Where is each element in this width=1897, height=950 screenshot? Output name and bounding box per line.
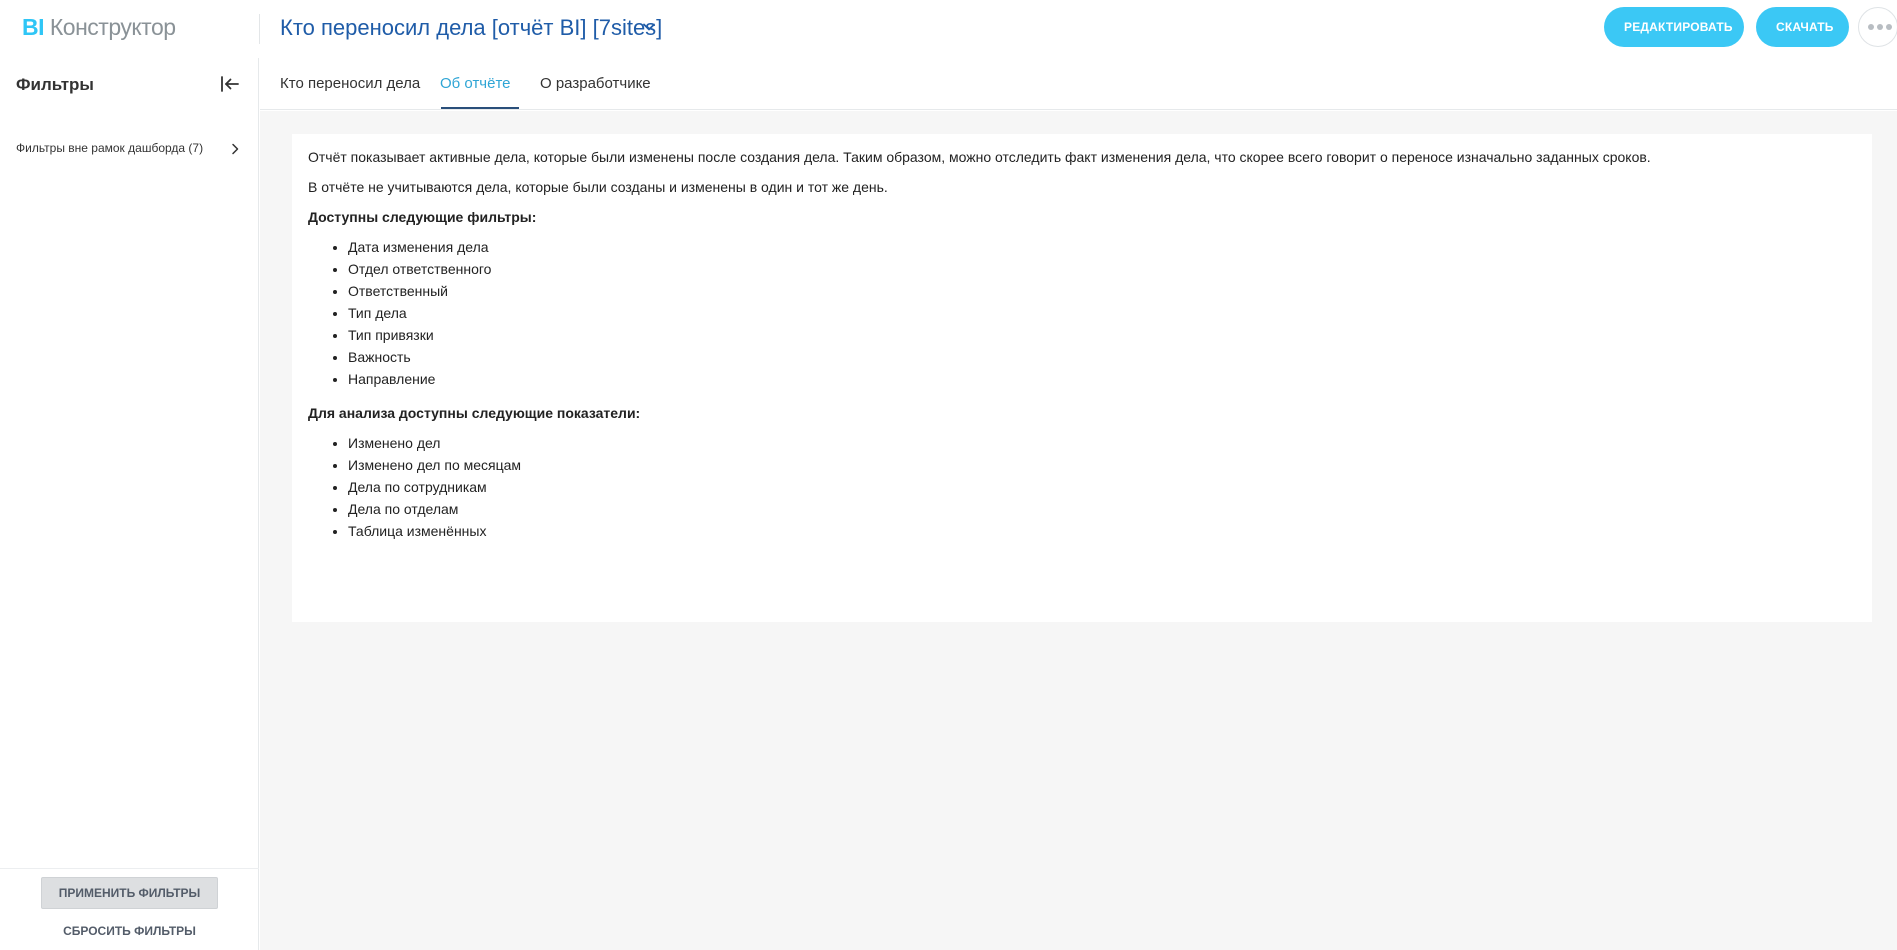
list-item: Дела по отделам xyxy=(348,498,1856,520)
list-item: Важность xyxy=(348,346,1856,368)
description-paragraph: Отчёт показывает активные дела, которые … xyxy=(308,149,1651,165)
list-item: Отдел ответственного xyxy=(348,258,1856,280)
apply-filters-button[interactable]: ПРИМЕНИТЬ ФИЛЬТРЫ xyxy=(41,877,218,909)
collapse-left-icon[interactable] xyxy=(218,72,242,96)
exclusion-note: В отчёте не учитываются дела, которые бы… xyxy=(308,179,888,195)
edit-button[interactable]: РЕДАКТИРОВАТЬ xyxy=(1604,7,1744,47)
list-item: Таблица изменённых xyxy=(348,520,1856,542)
download-button[interactable]: СКАЧАТЬ xyxy=(1756,7,1849,47)
sidebar-footer: ПРИМЕНИТЬ ФИЛЬТРЫ СБРОСИТЬ ФИЛЬТРЫ xyxy=(0,868,259,950)
logo-bi-text: BI xyxy=(22,14,45,40)
filter-group-label: Фильтры вне рамок дашборда (7) xyxy=(16,141,204,155)
reset-filters-button[interactable]: СБРОСИТЬ ФИЛЬТРЫ xyxy=(41,919,218,943)
metrics-list: Изменено дел Изменено дел по месяцам Дел… xyxy=(308,432,1856,542)
list-item: Тип дела xyxy=(348,302,1856,324)
top-header: BI Конструктор Кто переносил дела [отчёт… xyxy=(0,0,1897,58)
metrics-heading: Для анализа доступны следующие показател… xyxy=(308,405,641,421)
report-tabs: Кто переносил дела Об отчёте О разработч… xyxy=(260,58,1897,110)
chevron-down-icon[interactable] xyxy=(640,18,658,36)
report-description-card: Отчёт показывает активные дела, которые … xyxy=(292,134,1872,622)
more-button[interactable] xyxy=(1858,7,1897,47)
list-item: Ответственный xyxy=(348,280,1856,302)
report-title[interactable]: Кто переносил дела [отчёт BI] [7sites] xyxy=(280,15,662,41)
filters-sidebar: Фильтры Фильтры вне рамок дашборда (7) П… xyxy=(0,58,259,950)
active-tab-indicator xyxy=(441,107,519,109)
list-item: Дата изменения дела xyxy=(348,236,1856,258)
list-item: Изменено дел xyxy=(348,432,1856,454)
more-dots-icon xyxy=(1868,24,1892,30)
app-logo[interactable]: BI Конструктор xyxy=(22,14,176,41)
list-item: Дела по сотрудникам xyxy=(348,476,1856,498)
content-area: Отчёт показывает активные дела, которые … xyxy=(260,111,1897,950)
chevron-right-icon xyxy=(232,143,239,155)
tab-who-moved-tasks[interactable]: Кто переносил дела xyxy=(280,58,420,110)
list-item: Тип привязки xyxy=(348,324,1856,346)
filter-group-outside-dashboard[interactable]: Фильтры вне рамок дашборда (7) xyxy=(16,138,242,159)
list-item: Направление xyxy=(348,368,1856,390)
tab-about-report[interactable]: Об отчёте xyxy=(440,58,511,110)
tab-about-developer[interactable]: О разработчике xyxy=(540,58,651,110)
list-item: Изменено дел по месяцам xyxy=(348,454,1856,476)
header-divider xyxy=(259,14,260,44)
filters-heading: Доступны следующие фильтры: xyxy=(308,209,537,225)
logo-name-text: Конструктор xyxy=(49,14,176,40)
sidebar-title: Фильтры xyxy=(16,75,94,94)
filters-list: Дата изменения дела Отдел ответственного… xyxy=(308,236,1856,390)
